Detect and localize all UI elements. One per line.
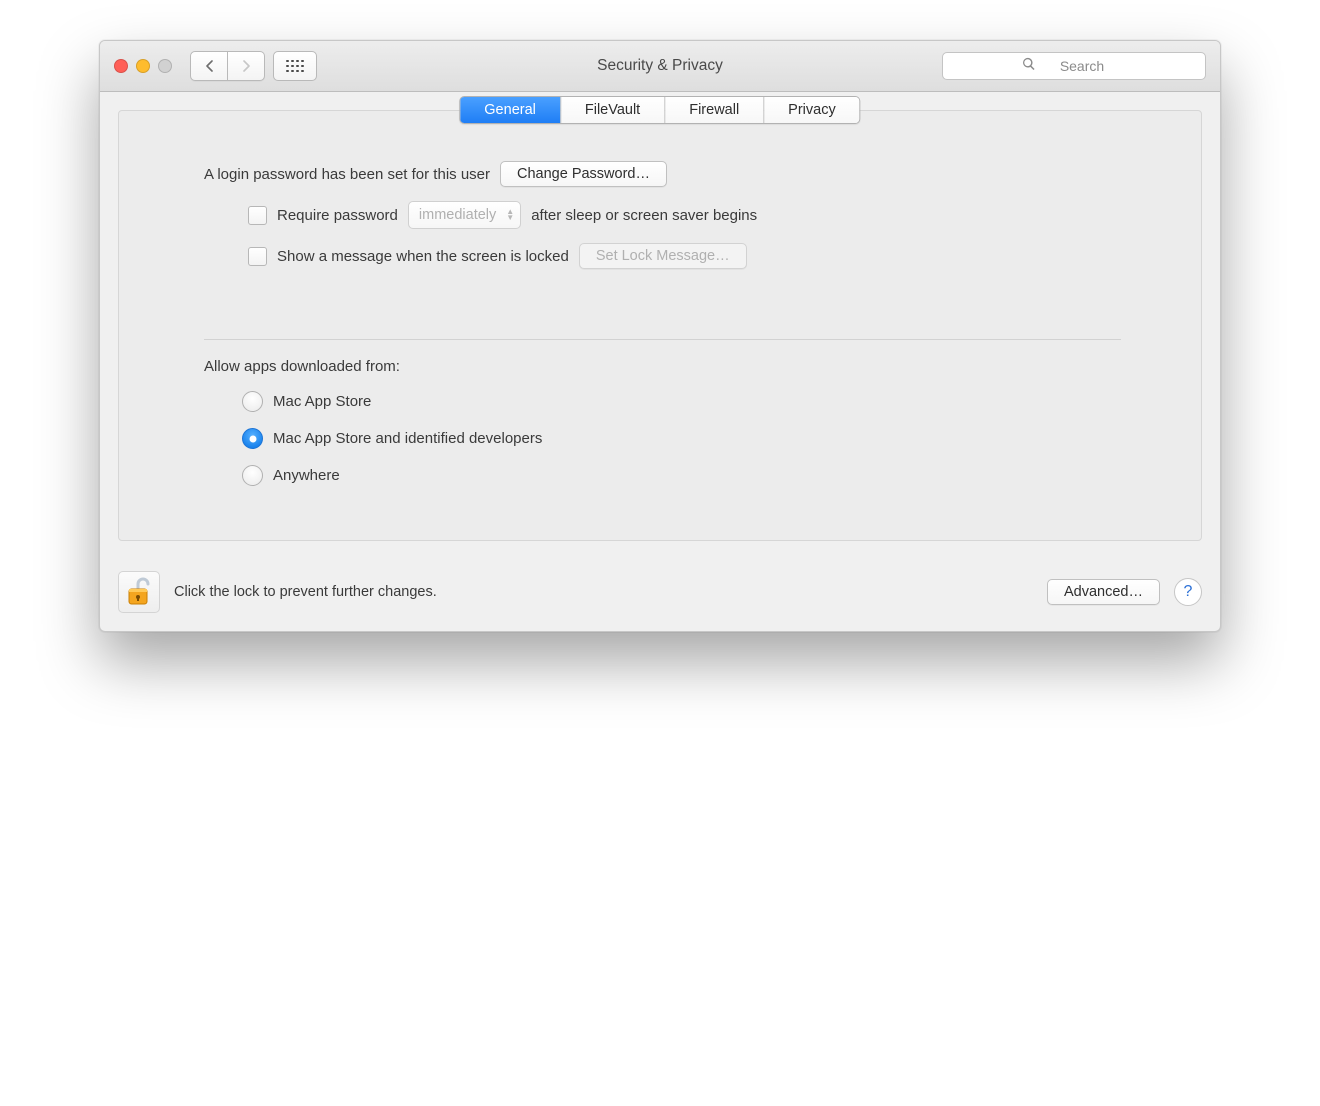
allow-apps-option-anywhere[interactable]: Anywhere: [242, 465, 1121, 486]
chevron-right-icon: [242, 60, 251, 72]
tab-privacy[interactable]: Privacy: [763, 97, 860, 123]
show-message-label: Show a message when the screen is locked: [277, 248, 569, 265]
show-message-checkbox[interactable]: [248, 247, 267, 266]
radio-label: Mac App Store: [273, 393, 371, 410]
login-password-row: A login password has been set for this u…: [204, 161, 1121, 187]
advanced-button[interactable]: Advanced…: [1047, 579, 1160, 605]
close-window-button[interactable]: [114, 59, 128, 73]
traffic-lights: [114, 59, 172, 73]
set-lock-message-button[interactable]: Set Lock Message…: [579, 243, 747, 269]
radio-label: Mac App Store and identified developers: [273, 430, 542, 447]
nav-back-forward: [190, 51, 265, 81]
stepper-icon: ▲▼: [506, 209, 514, 221]
allow-apps-radios: Mac App Store Mac App Store and identifi…: [204, 391, 1121, 486]
change-password-button[interactable]: Change Password…: [500, 161, 667, 187]
show-all-prefs-button[interactable]: [273, 51, 317, 81]
grid-icon: [286, 60, 304, 73]
forward-button[interactable]: [228, 51, 265, 81]
search-input[interactable]: [942, 52, 1206, 80]
lock-toggle-button[interactable]: [118, 571, 160, 613]
window-body: General FileVault Firewall Privacy A log…: [100, 92, 1220, 555]
allow-apps-heading: Allow apps downloaded from:: [204, 358, 1121, 375]
titlebar: Security & Privacy: [100, 41, 1220, 92]
lock-help-text: Click the lock to prevent further change…: [174, 584, 437, 600]
login-password-text: A login password has been set for this u…: [204, 166, 490, 183]
minimize-window-button[interactable]: [136, 59, 150, 73]
require-password-delay-select[interactable]: immediately ▲▼: [408, 201, 521, 229]
tab-filevault[interactable]: FileVault: [560, 97, 664, 123]
allow-apps-option-identified-devs[interactable]: Mac App Store and identified developers: [242, 428, 1121, 449]
zoom-window-button[interactable]: [158, 59, 172, 73]
footer: Click the lock to prevent further change…: [100, 555, 1220, 631]
allow-apps-option-app-store[interactable]: Mac App Store: [242, 391, 1121, 412]
require-password-row: Require password immediately ▲▼ after sl…: [204, 201, 1121, 229]
require-password-label: Require password: [277, 207, 398, 224]
show-message-row: Show a message when the screen is locked…: [204, 243, 1121, 269]
radio-icon: [242, 391, 263, 412]
tab-general[interactable]: General: [460, 97, 560, 123]
chevron-left-icon: [205, 60, 214, 72]
tabs: General FileVault Firewall Privacy: [459, 96, 860, 124]
radio-icon: [242, 465, 263, 486]
general-content: A login password has been set for this u…: [119, 111, 1201, 512]
require-password-after-text: after sleep or screen saver begins: [531, 207, 757, 224]
preferences-window: Security & Privacy General FileVault Fir…: [99, 40, 1221, 632]
lock-open-icon: [126, 577, 152, 607]
separator: [204, 339, 1121, 340]
settings-panel: General FileVault Firewall Privacy A log…: [118, 110, 1202, 541]
require-password-checkbox[interactable]: [248, 206, 267, 225]
radio-label: Anywhere: [273, 467, 340, 484]
back-button[interactable]: [190, 51, 228, 81]
help-button[interactable]: ?: [1174, 578, 1202, 606]
search-wrap: [942, 52, 1206, 80]
radio-icon: [242, 428, 263, 449]
require-password-delay-value: immediately: [419, 207, 496, 223]
tab-firewall[interactable]: Firewall: [664, 97, 763, 123]
